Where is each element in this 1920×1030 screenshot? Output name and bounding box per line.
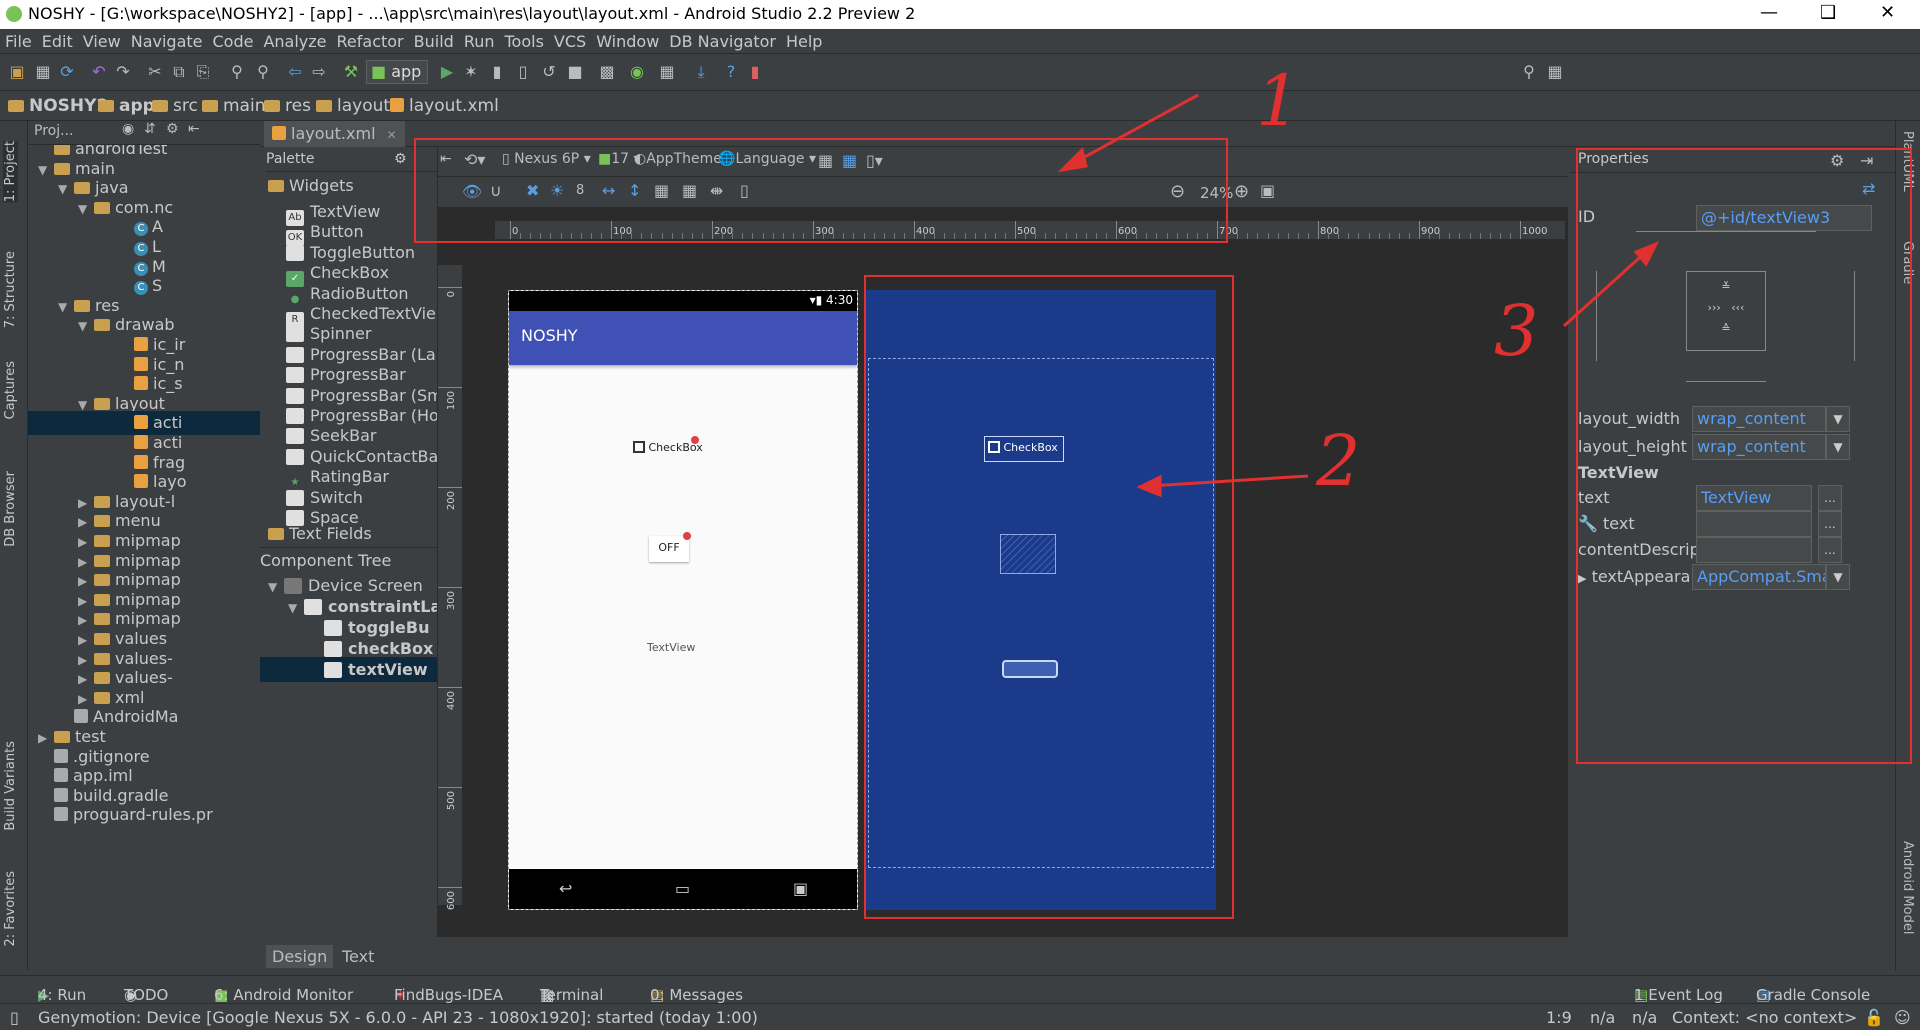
arrow-2 — [1149, 474, 1309, 488]
annotation-arrows — [1057, 93, 1660, 498]
arrow-3-head — [1633, 241, 1660, 267]
arrow-1 — [1069, 93, 1199, 167]
arrow-1-head — [1057, 147, 1088, 173]
arrow-3 — [1562, 248, 1650, 328]
arrow-2-head — [1136, 474, 1162, 498]
